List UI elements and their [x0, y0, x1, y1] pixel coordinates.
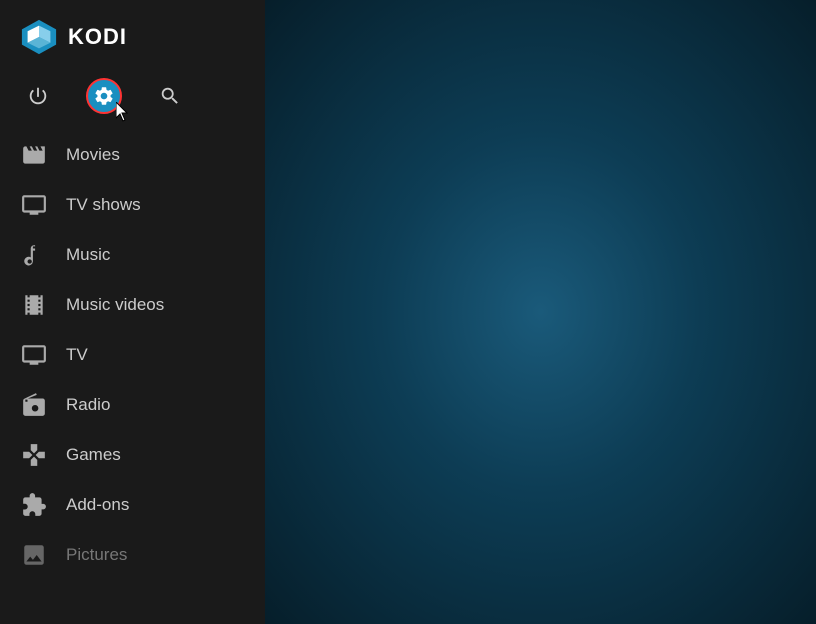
music-icon — [20, 241, 48, 269]
logo-area: KODI — [0, 0, 265, 70]
movies-label: Movies — [66, 145, 120, 165]
nav-item-music-videos[interactable]: Music videos — [0, 280, 265, 330]
top-icons-row — [0, 70, 265, 130]
cursor-icon — [116, 102, 132, 122]
nav-item-music[interactable]: Music — [0, 230, 265, 280]
nav-item-tv-shows[interactable]: TV shows — [0, 180, 265, 230]
games-label: Games — [66, 445, 121, 465]
tv-shows-icon — [20, 191, 48, 219]
tv-shows-label: TV shows — [66, 195, 141, 215]
tv-label: TV — [66, 345, 88, 365]
sidebar: KODI — [0, 0, 265, 624]
power-button[interactable] — [20, 78, 56, 114]
music-videos-label: Music videos — [66, 295, 164, 315]
add-ons-label: Add-ons — [66, 495, 129, 515]
main-content — [265, 0, 816, 624]
nav-item-tv[interactable]: TV — [0, 330, 265, 380]
pictures-label: Pictures — [66, 545, 127, 565]
kodi-logo-icon — [20, 18, 58, 56]
settings-gear-icon — [93, 85, 115, 107]
power-icon — [27, 85, 49, 107]
pictures-icon — [20, 541, 48, 569]
search-button[interactable] — [152, 78, 188, 114]
settings-button[interactable] — [86, 78, 122, 114]
movies-icon — [20, 141, 48, 169]
radio-label: Radio — [66, 395, 110, 415]
app-title: KODI — [68, 24, 127, 50]
add-ons-icon — [20, 491, 48, 519]
nav-item-games[interactable]: Games — [0, 430, 265, 480]
nav-item-add-ons[interactable]: Add-ons — [0, 480, 265, 530]
nav-item-pictures[interactable]: Pictures — [0, 530, 265, 580]
search-icon — [159, 85, 181, 107]
nav-items: Movies TV shows Music — [0, 130, 265, 624]
games-icon — [20, 441, 48, 469]
radio-icon — [20, 391, 48, 419]
tv-icon — [20, 341, 48, 369]
nav-item-movies[interactable]: Movies — [0, 130, 265, 180]
music-videos-icon — [20, 291, 48, 319]
music-label: Music — [66, 245, 110, 265]
nav-item-radio[interactable]: Radio — [0, 380, 265, 430]
